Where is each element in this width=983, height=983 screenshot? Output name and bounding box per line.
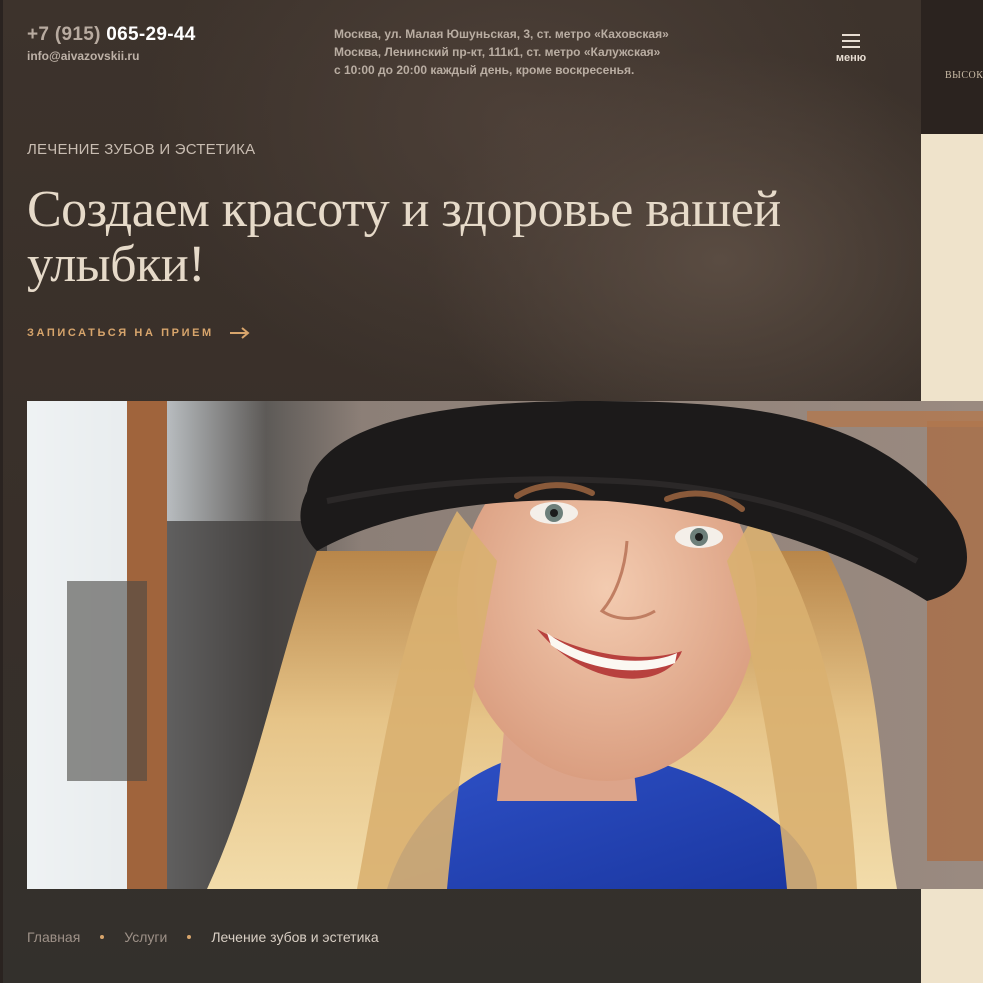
service-category: ЛЕЧЕНИЕ ЗУБОВ И ЭСТЕТИКА xyxy=(27,141,256,158)
hamburger-icon xyxy=(842,34,860,48)
address-line-1: Москва, ул. Малая Юшуньская, 3, ст. метр… xyxy=(334,27,669,41)
working-hours: с 10:00 до 20:00 каждый день, кроме воск… xyxy=(334,63,635,77)
phone-number: 065-29-44 xyxy=(106,24,196,45)
breadcrumb-separator xyxy=(100,935,105,939)
page-title: Создаем красоту и здоровье вашей улыбки! xyxy=(27,181,781,293)
breadcrumb-separator xyxy=(187,935,192,939)
menu-label: меню xyxy=(835,52,867,64)
breadcrumb-current: Лечение зубов и эстетика xyxy=(211,929,379,945)
side-panel-peek-text: ВЫСОК xyxy=(945,70,983,81)
address-line-2: Москва, Ленинский пр-кт, 111к1, ст. метр… xyxy=(334,45,661,59)
breadcrumb: Главная Услуги Лечение зубов и эстетика xyxy=(27,929,379,945)
arrow-right-icon xyxy=(229,327,250,339)
left-edge-divider xyxy=(0,0,3,983)
book-appointment-button[interactable]: ЗАПИСАТЬСЯ НА ПРИЕМ xyxy=(27,327,250,339)
side-panel-header: ВЫСОК xyxy=(921,0,983,134)
email-link[interactable]: info@aivazovskii.ru xyxy=(27,49,139,63)
phone-code: +7 (915) xyxy=(27,24,101,45)
menu-button[interactable]: меню xyxy=(828,34,874,74)
smiling-woman-photo xyxy=(27,401,983,889)
book-appointment-label: ЗАПИСАТЬСЯ НА ПРИЕМ xyxy=(27,327,214,339)
phone-link[interactable]: +7 (915) 065-29-44 xyxy=(27,24,196,46)
breadcrumb-services[interactable]: Услуги xyxy=(124,929,167,945)
hero-image xyxy=(27,401,983,889)
breadcrumb-home[interactable]: Главная xyxy=(27,929,80,945)
address-block: Москва, ул. Малая Юшуньская, 3, ст. метр… xyxy=(334,25,669,79)
